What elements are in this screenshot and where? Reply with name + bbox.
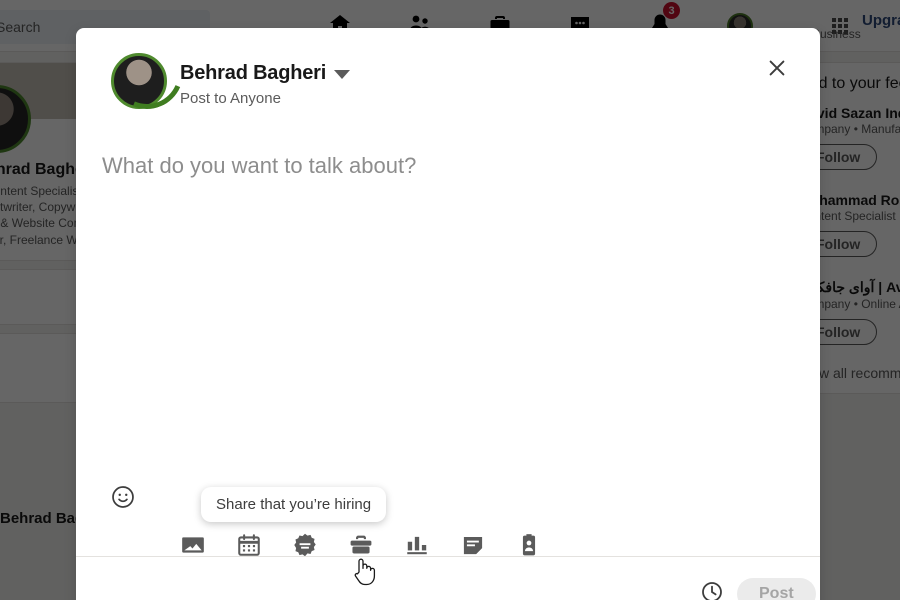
- tooltip: Share that you’re hiring: [201, 487, 387, 522]
- audience-selector[interactable]: Post to Anyone: [180, 90, 281, 107]
- close-icon: [766, 57, 788, 84]
- schedule-post-button[interactable]: [697, 579, 727, 600]
- screen: Search: [0, 0, 900, 600]
- clock-icon: [700, 580, 724, 600]
- author-name: Behrad Bagheri: [180, 62, 327, 84]
- post-button[interactable]: Post: [737, 578, 816, 600]
- emoji-smiley-icon: [110, 484, 136, 515]
- close-button[interactable]: [759, 52, 795, 88]
- tooltip-text: Share that you’re hiring: [216, 496, 372, 513]
- post-editor-placeholder[interactable]: What do you want to talk about?: [102, 153, 416, 179]
- author-avatar: [111, 53, 167, 109]
- modal-footer: Post: [76, 556, 820, 600]
- share-post-modal: Behrad Bagheri Post to Anyone What do yo…: [76, 28, 820, 600]
- modal-header: Behrad Bagheri Post to Anyone: [76, 28, 820, 112]
- emoji-button[interactable]: [109, 485, 137, 513]
- chevron-down-icon[interactable]: [334, 70, 350, 79]
